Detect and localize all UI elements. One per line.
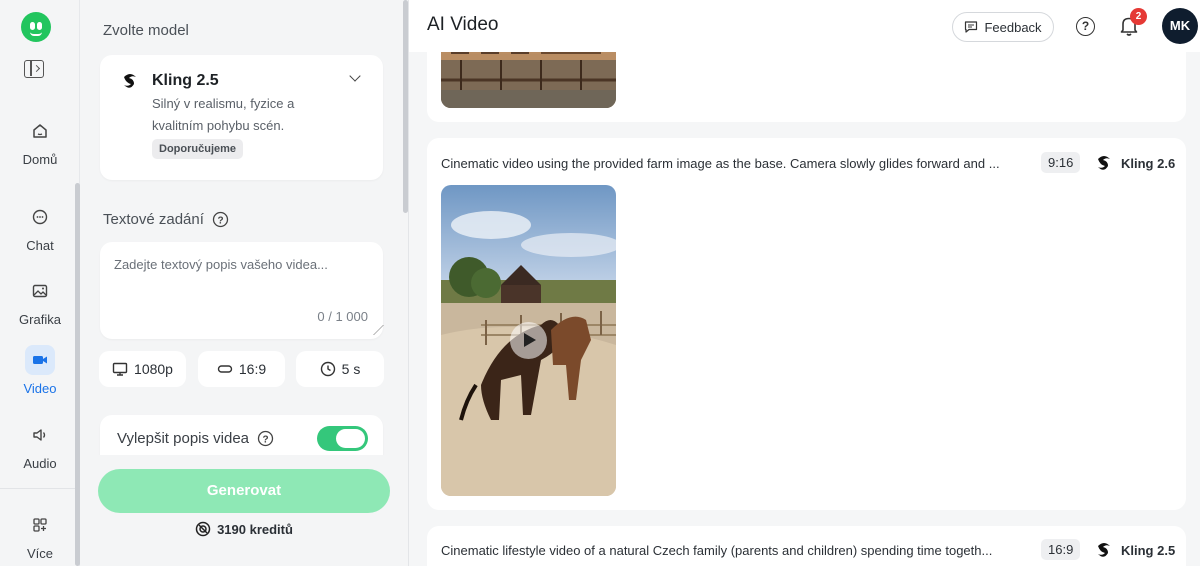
nav-item-graphics[interactable]: Grafika: [0, 276, 80, 327]
nav-item-audio[interactable]: Audio: [0, 420, 80, 471]
nav-item-label: Grafika: [19, 312, 61, 327]
nav-item-chat[interactable]: Chat: [0, 202, 80, 253]
prompt-char-counter: 0 / 1 000: [317, 309, 368, 324]
credits-value: 3190 kreditů: [217, 521, 293, 537]
notification-count-badge: 2: [1130, 8, 1147, 25]
main-content: Cinematic video using the provided farm …: [409, 0, 1200, 566]
model-selector[interactable]: Kling 2.5 Silný v realismu, fyzice a kva…: [100, 55, 383, 180]
feedback-label: Feedback: [984, 19, 1042, 35]
prompt-section-title: Textové zadání ?: [103, 211, 229, 228]
nav-item-label: Více: [26, 546, 53, 561]
video-icon: [25, 345, 55, 375]
nav-item-label: Video: [23, 381, 57, 396]
video-prompt-text[interactable]: Cinematic video using the provided farm …: [441, 156, 1016, 171]
aspect-ratio-selector[interactable]: 16:9: [198, 351, 285, 387]
svg-text:?: ?: [217, 215, 223, 226]
improve-prompt-label-row: Vylepšit popis videa ?: [117, 430, 274, 447]
help-icon[interactable]: ?: [212, 211, 229, 228]
play-button[interactable]: [510, 322, 547, 359]
settings-panel: Zvolte model Kling 2.5 Silný v realismu,…: [80, 0, 408, 566]
resolution-value: 1080p: [134, 361, 173, 377]
monitor-icon: [112, 362, 128, 376]
feedback-button[interactable]: Feedback: [952, 12, 1054, 42]
video-thumbnail[interactable]: [441, 185, 616, 496]
video-aspect-ratio-badge: 9:16: [1041, 152, 1081, 173]
avatar[interactable]: MK: [1162, 8, 1198, 44]
video-aspect-ratio-badge: 16:9: [1041, 539, 1081, 560]
prompt-section-label: Textové zadání: [103, 211, 204, 228]
duration-selector[interactable]: 5 s: [296, 351, 384, 387]
page-title: AI Video: [427, 14, 499, 35]
video-model-name: Kling 2.5: [1121, 542, 1176, 558]
chat-icon: [25, 202, 55, 232]
generate-button[interactable]: Generovat: [98, 469, 390, 513]
home-icon: [25, 116, 55, 146]
improve-prompt-row: Vylepšit popis videa ?: [100, 415, 383, 460]
aspect-ratio-value: 16:9: [238, 361, 267, 377]
model-description: Silný v realismu, fyzice a kvalitním poh…: [152, 96, 295, 133]
nav-item-label: Audio: [23, 456, 57, 471]
help-icon[interactable]: ?: [257, 430, 274, 447]
nav-item-label: Domů: [22, 152, 58, 167]
top-bar: AI Video Feedback ? 2 MK: [409, 0, 1200, 52]
prompt-placeholder: Zadejte textový popis vašeho videa...: [114, 257, 328, 272]
clock-icon: [320, 361, 335, 377]
credits-icon: [195, 521, 211, 537]
credits-balance: 3190 kreditů: [80, 521, 408, 537]
app-logo-icon[interactable]: [21, 12, 51, 42]
video-model-label: Kling 2.6: [1094, 153, 1175, 173]
resolution-selector[interactable]: 1080p: [99, 351, 186, 387]
video-result-card: Cinematic video using the provided farm …: [427, 138, 1186, 510]
more-apps-icon: [25, 510, 55, 540]
model-section-title: Zvolte model: [103, 22, 189, 39]
duration-value: 5 s: [341, 361, 361, 377]
nav-item-video[interactable]: Video: [0, 345, 80, 396]
nav-item-home[interactable]: Domů: [0, 116, 80, 167]
kling-logo-icon: [1098, 156, 1110, 170]
prompt-input[interactable]: Zadejte textový popis vašeho videa... 0 …: [100, 242, 384, 339]
nav-item-label: Chat: [26, 238, 54, 253]
video-model-name: Kling 2.6: [1121, 155, 1176, 171]
improve-prompt-label: Vylepšit popis videa: [117, 430, 250, 447]
kling-logo-icon: [124, 74, 136, 88]
improve-prompt-toggle[interactable]: [317, 426, 368, 451]
video-prompt-text[interactable]: Cinematic lifestyle video of a natural C…: [441, 543, 1016, 558]
model-name: Kling 2.5: [152, 72, 219, 89]
nav-rail: Domů Chat Grafika Video Audio Více: [0, 0, 80, 566]
speaker-icon: [25, 420, 55, 450]
kling-logo-icon: [1098, 543, 1110, 557]
chevron-down-icon[interactable]: [349, 70, 361, 82]
aspect-ratio-icon: [217, 365, 233, 373]
video-result-card: Cinematic lifestyle video of a natural C…: [427, 526, 1186, 566]
nav-item-more[interactable]: Více: [0, 510, 80, 561]
sidebar-toggle-icon[interactable]: [24, 60, 44, 78]
svg-text:?: ?: [262, 434, 268, 445]
video-model-label: Kling 2.5: [1094, 540, 1175, 560]
image-icon: [25, 276, 55, 306]
recommended-badge: Doporučujeme: [152, 139, 244, 159]
help-icon[interactable]: ?: [1076, 17, 1095, 36]
nav-divider: [0, 488, 80, 489]
message-icon: [965, 21, 978, 33]
resize-handle-icon[interactable]: [364, 325, 384, 335]
